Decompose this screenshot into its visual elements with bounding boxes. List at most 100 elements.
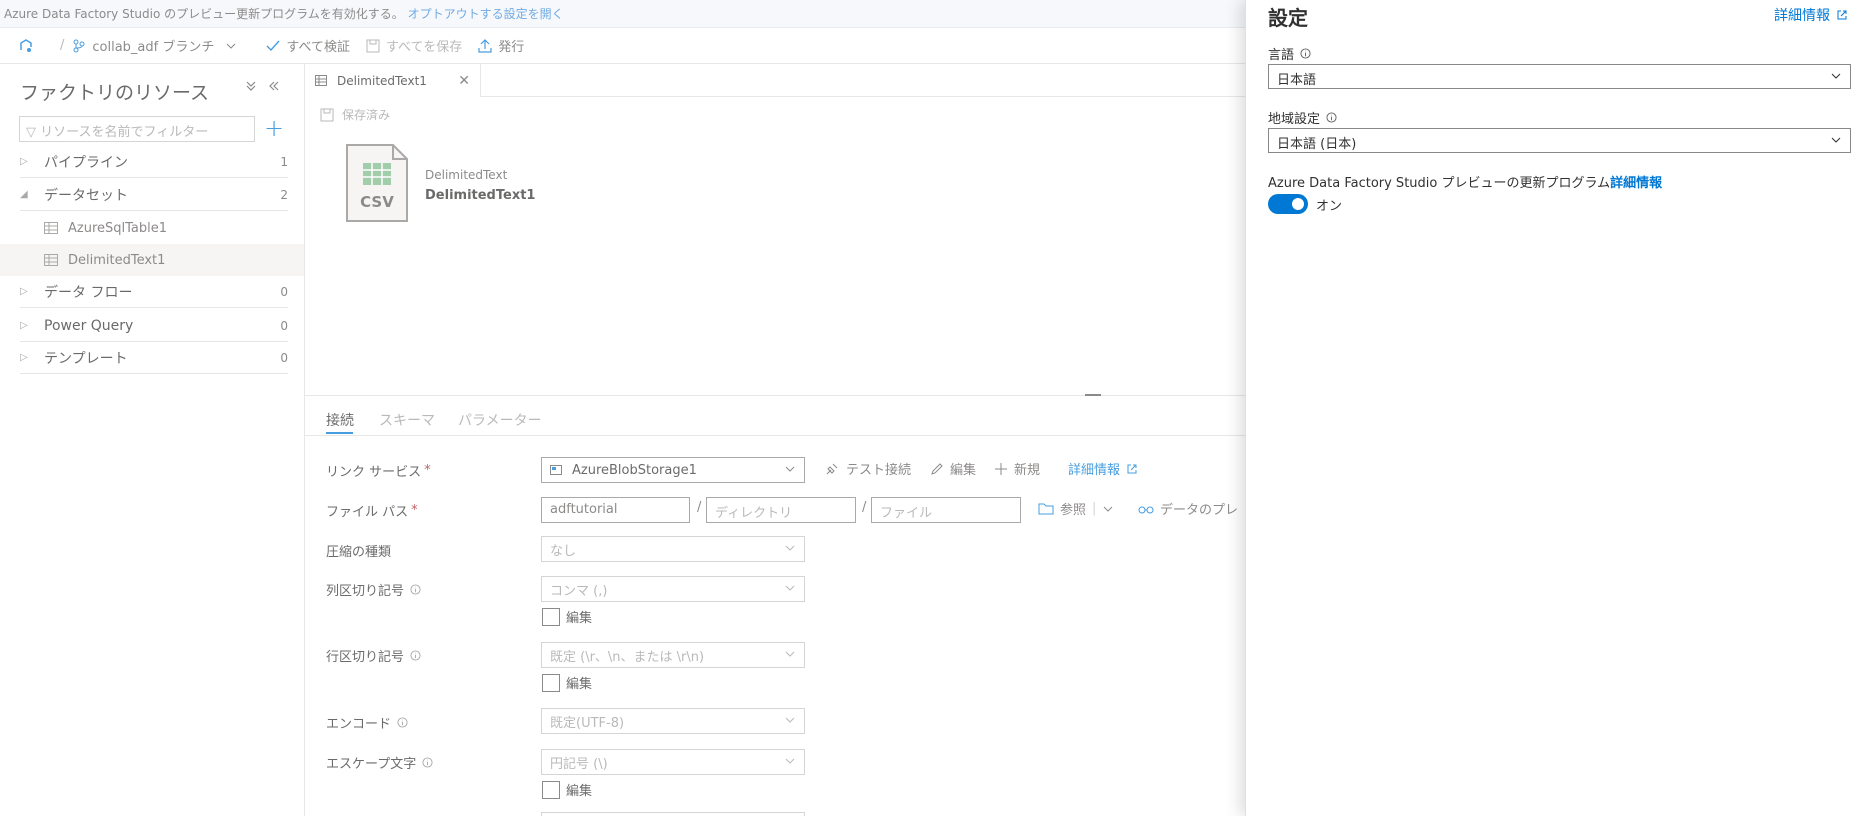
editor-tabbar: DelimitedText1 ✕	[305, 64, 1245, 97]
branch-name: collab_adf ブランチ	[92, 40, 215, 55]
escape-char-select[interactable]: 円記号 (\)	[541, 749, 805, 775]
chevron-down-icon	[1831, 73, 1841, 79]
tree-item-powerquery[interactable]: ▷ Power Query 0	[20, 310, 288, 342]
edit-label: 編集	[950, 463, 977, 478]
chevron-down-icon	[227, 43, 236, 49]
info-icon[interactable]	[397, 717, 408, 728]
adf-home-icon[interactable]	[18, 38, 40, 54]
row-delimiter-label: 行区切り記号	[326, 646, 421, 665]
filter-placeholder: リソースを名前でフィルター	[40, 125, 209, 140]
edit-linked-service-button[interactable]: 編集	[930, 459, 976, 478]
test-connection-label: テスト接続	[846, 463, 912, 478]
info-icon[interactable]	[1326, 112, 1337, 123]
active-tab-indicator	[326, 432, 353, 434]
toolbar-separator: /	[60, 38, 65, 53]
checkbox-label: 編集	[566, 677, 593, 692]
compression-value: なし	[550, 543, 577, 559]
pane-splitter[interactable]	[305, 395, 1245, 396]
new-linked-service-button[interactable]: 新規	[994, 459, 1040, 478]
pencil-icon	[931, 462, 943, 475]
checkbox-box[interactable]	[542, 673, 560, 692]
field-label-text: エンコード	[326, 717, 392, 732]
row-delimiter-edit-checkbox[interactable]: 編集	[542, 673, 592, 692]
info-icon[interactable]	[410, 584, 421, 595]
row-delimiter-value: 既定 (\r、\n、または \r\n)	[550, 649, 705, 665]
tree-item-datasets[interactable]: ◢ データセット 2	[20, 179, 288, 211]
field-label-text: エスケープ文字	[326, 757, 417, 772]
filter-icon: ▽	[26, 125, 36, 140]
linked-service-select[interactable]: AzureBlobStorage1	[541, 457, 805, 483]
settings-more-info-link[interactable]: 詳細情報	[1774, 5, 1848, 25]
save-icon	[366, 39, 380, 52]
escape-char-edit-checkbox[interactable]: 編集	[542, 780, 592, 799]
preview-data-button[interactable]: データのプレ	[1138, 499, 1238, 518]
tree-item-templates[interactable]: ▷ テンプレート 0	[20, 342, 288, 374]
publish-button[interactable]: 発行	[478, 36, 524, 55]
sidebar-title: ファクトリのリソース	[20, 82, 210, 104]
external-link-icon	[1837, 10, 1847, 20]
table-icon	[315, 75, 327, 86]
container-input[interactable]: adftutorial	[541, 497, 690, 523]
checkbox-box[interactable]	[542, 607, 560, 626]
tree-item-dataflows[interactable]: ▷ データ フロー 0	[20, 276, 288, 308]
save-all-button[interactable]: すべてを保存	[366, 36, 462, 55]
caret-down-icon: ◢	[20, 189, 28, 200]
field-label-text: ファイル パス	[326, 505, 409, 520]
language-dropdown[interactable]: 日本語	[1268, 64, 1851, 89]
row-delimiter-select[interactable]: 既定 (\r、\n、または \r\n)	[541, 642, 805, 668]
preview-more-info-link[interactable]: 詳細情報	[1610, 176, 1662, 191]
column-delimiter-edit-checkbox[interactable]: 編集	[542, 607, 592, 626]
dataset-item-delimitedtext1[interactable]: DelimitedText1	[0, 244, 304, 276]
collapse-pane-icon[interactable]	[268, 78, 280, 96]
checkbox-box[interactable]	[542, 780, 560, 799]
language-value: 日本語	[1277, 73, 1317, 88]
add-resource-button[interactable]: +	[264, 114, 284, 142]
test-connection-button[interactable]: テスト接続	[824, 459, 911, 478]
tab-parameters[interactable]: パラメーター	[458, 410, 542, 430]
path-separator: /	[862, 500, 867, 515]
info-icon[interactable]	[410, 650, 421, 661]
folder-icon	[1038, 503, 1054, 515]
collapse-all-icon[interactable]	[245, 78, 257, 96]
validate-all-button[interactable]: すべて検証	[266, 36, 350, 55]
file-input[interactable]: ファイル	[871, 497, 1021, 523]
tab-delimitedtext1[interactable]: DelimitedText1 ✕	[305, 64, 481, 97]
close-tab-icon[interactable]: ✕	[458, 73, 470, 89]
path-separator: /	[697, 500, 702, 515]
region-dropdown[interactable]: 日本語 (日本)	[1268, 128, 1851, 153]
region-value: 日本語 (日本)	[1277, 137, 1357, 152]
tree-item-label: テンプレート	[44, 350, 128, 367]
chevron-down-icon	[785, 466, 795, 472]
dataset-item-label: DelimitedText1	[68, 252, 166, 268]
tab-schema[interactable]: スキーマ	[379, 410, 435, 430]
resource-filter-input[interactable]: ▽ リソースを名前でフィルター	[19, 116, 255, 142]
tree-item-pipelines[interactable]: ▷ パイプライン 1	[20, 146, 288, 178]
compression-select[interactable]: なし	[541, 536, 805, 562]
tree-item-label: データセット	[44, 187, 128, 204]
banner-settings-link[interactable]: 設定を開く	[504, 7, 564, 21]
info-icon[interactable]	[422, 757, 433, 768]
more-info-link[interactable]: 詳細情報	[1068, 459, 1144, 478]
tab-label: DelimitedText1	[337, 73, 427, 88]
upload-icon	[478, 38, 492, 53]
tree-item-count: 2	[280, 187, 288, 202]
preview-data-label: データのプレ	[1160, 503, 1239, 518]
splitter-grip[interactable]	[1085, 394, 1101, 396]
preview-updates-toggle[interactable]	[1268, 194, 1308, 214]
next-field-select[interactable]	[541, 812, 805, 816]
column-delimiter-select[interactable]: コンマ (,)	[541, 576, 805, 602]
directory-input[interactable]: ディレクトリ	[706, 497, 856, 523]
branch-selector[interactable]: collab_adf ブランチ	[72, 36, 242, 55]
chevron-down-icon	[785, 545, 795, 551]
tab-connection[interactable]: 接続	[326, 410, 354, 430]
info-icon[interactable]	[1300, 48, 1311, 59]
caret-right-icon: ▷	[20, 156, 28, 167]
field-label-text: リンク サービス	[326, 465, 422, 480]
publish-label: 発行	[498, 40, 525, 55]
encoding-select[interactable]: 既定(UTF-8)	[541, 708, 805, 734]
tree-item-count: 0	[280, 350, 288, 365]
column-delimiter-label: 列区切り記号	[326, 580, 421, 599]
compression-label: 圧縮の種類	[326, 541, 391, 560]
browse-button[interactable]: 参照 |	[1038, 499, 1120, 518]
dataset-item-azuresqltable1[interactable]: AzureSqlTable1	[0, 212, 304, 244]
